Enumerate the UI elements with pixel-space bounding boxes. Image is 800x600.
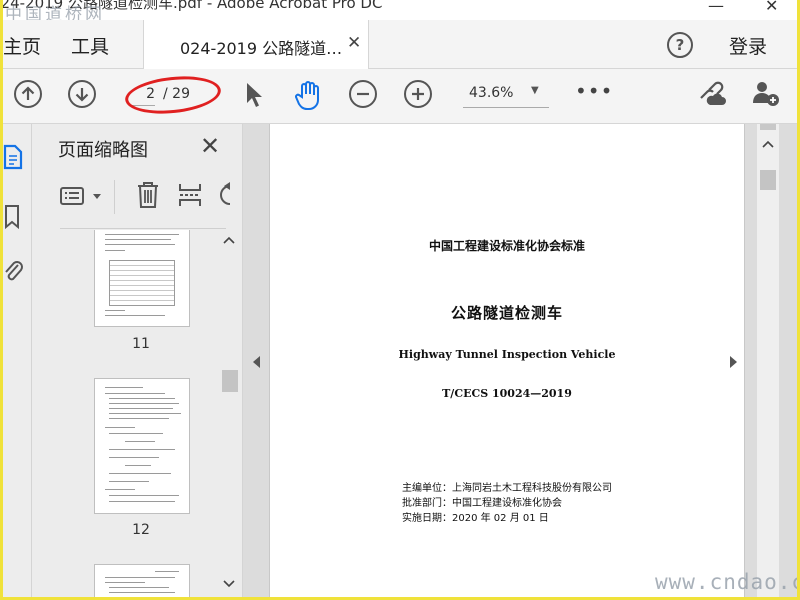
tab-document[interactable]: 024-2019 公路隧道… ✕ xyxy=(143,20,369,69)
text-line xyxy=(105,489,135,490)
tab-tools[interactable]: 工具 xyxy=(71,32,109,59)
minimize-button[interactable]: — xyxy=(708,0,724,15)
text-line xyxy=(109,413,181,414)
zoom-out-icon[interactable] xyxy=(349,80,377,108)
table-preview xyxy=(109,260,175,306)
divider xyxy=(114,180,115,214)
text-line xyxy=(109,481,149,482)
chevron-up-icon[interactable] xyxy=(223,236,235,244)
select-arrow-icon[interactable] xyxy=(243,81,265,109)
share-link-icon[interactable] xyxy=(696,81,728,109)
zoom-in-icon[interactable] xyxy=(404,80,432,108)
thumbnail-scrollbar[interactable] xyxy=(220,230,238,597)
more-options-icon[interactable]: ••• xyxy=(575,79,613,103)
text-line xyxy=(109,587,169,588)
text-line xyxy=(109,501,175,502)
help-icon[interactable]: ? xyxy=(667,32,693,58)
chevron-down-icon: ▼ xyxy=(531,85,539,96)
meta-line: 批准部门：中国工程建设标准化协会 xyxy=(402,498,562,509)
meta-line: 主编单位：上海同岩土木工程科技股份有限公司 xyxy=(402,483,612,494)
document-title: 公路隧道检测车 xyxy=(450,304,563,322)
text-line xyxy=(109,495,179,496)
text-line xyxy=(105,315,165,316)
text-line xyxy=(109,418,169,419)
attachment-icon[interactable] xyxy=(3,258,25,286)
text-line xyxy=(155,571,179,572)
text-line xyxy=(105,387,143,388)
text-line xyxy=(105,577,175,578)
rotate-icon[interactable] xyxy=(218,182,232,208)
standard-org: 中国工程建设标准化协会标准 xyxy=(428,239,585,253)
text-line xyxy=(125,465,151,466)
document-title-en: Highway Tunnel Inspection Vehicle xyxy=(398,348,616,361)
text-line xyxy=(105,427,135,428)
text-line xyxy=(105,393,165,394)
chevron-down-icon[interactable] xyxy=(223,580,235,588)
add-user-icon[interactable] xyxy=(751,79,783,109)
title-bar: 024-2019 公路隧道检测车.pdf - Adobe Acrobat Pro… xyxy=(3,0,797,25)
tab-document-label: 024-2019 公路隧道… xyxy=(180,39,343,58)
document-view: 中国工程建设标准化协会标准 公路隧道检测车 Highway Tunnel Ins… xyxy=(243,124,797,597)
meta-line: 实施日期：2020 年 02 月 01 日 xyxy=(402,513,549,524)
tab-bar: 主页 工具 024-2019 公路隧道… ✕ ? 登录 xyxy=(3,20,797,69)
thumbnail-list: 11 12 xyxy=(32,230,220,597)
scroll-thumb[interactable] xyxy=(760,170,776,190)
text-line xyxy=(105,234,179,235)
text-line xyxy=(109,433,163,434)
app-window: 024-2019 公路隧道检测车.pdf - Adobe Acrobat Pro… xyxy=(3,0,797,597)
toolbar: 2 / 29 43.6% ▼ ••• xyxy=(3,69,797,124)
thumbnail-panel: 页面缩略图 ✕ 11 12 xyxy=(32,124,243,597)
panel-toolbar xyxy=(32,172,242,218)
previous-page-icon[interactable] xyxy=(14,80,42,108)
page-thumbnail[interactable] xyxy=(94,378,190,514)
thumbnail-label: 12 xyxy=(132,522,150,538)
zoom-dropdown[interactable]: 43.6% ▼ xyxy=(463,81,549,108)
document-scrollbar[interactable] xyxy=(757,124,779,597)
text-line xyxy=(109,473,171,474)
scroll-thumb[interactable] xyxy=(222,370,238,392)
text-line xyxy=(125,441,155,442)
text-line xyxy=(105,239,171,240)
pdf-page: 中国工程建设标准化协会标准 公路隧道检测车 Highway Tunnel Ins… xyxy=(269,124,745,597)
close-window-button[interactable]: ✕ xyxy=(765,0,778,15)
red-highlight-circle xyxy=(123,72,223,118)
left-nav-rail xyxy=(3,124,32,597)
text-line xyxy=(109,592,175,593)
trash-icon[interactable] xyxy=(136,181,160,209)
zoom-value: 43.6% xyxy=(469,85,514,101)
chevron-up-icon[interactable] xyxy=(762,140,774,148)
options-menu-icon[interactable] xyxy=(60,186,84,206)
tab-close-icon[interactable]: ✕ xyxy=(347,33,361,53)
tab-home[interactable]: 主页 xyxy=(3,32,41,59)
panel-title: 页面缩略图 xyxy=(58,140,148,161)
watermark-url: www.cndao.com xyxy=(655,570,797,594)
collapse-left-icon[interactable] xyxy=(253,356,260,368)
collapse-right-icon[interactable] xyxy=(730,356,737,368)
text-line xyxy=(105,244,175,245)
chevron-down-icon[interactable] xyxy=(92,193,102,201)
divider xyxy=(60,228,226,229)
page-thumbnail[interactable] xyxy=(94,230,190,327)
close-panel-icon[interactable]: ✕ xyxy=(200,132,220,160)
text-line xyxy=(109,403,179,404)
hand-tool-icon[interactable] xyxy=(293,79,323,111)
bookmark-icon[interactable] xyxy=(3,204,23,230)
text-line xyxy=(109,449,175,450)
insert-page-icon[interactable] xyxy=(178,182,202,208)
page-thumbnail[interactable] xyxy=(94,564,190,597)
next-page-icon[interactable] xyxy=(68,80,96,108)
scroll-edge xyxy=(760,124,776,130)
text-line xyxy=(109,398,175,399)
standard-code: T/CECS 10024—2019 xyxy=(442,387,572,400)
login-button[interactable]: 登录 xyxy=(729,32,767,59)
text-line xyxy=(109,457,159,458)
text-line xyxy=(109,408,173,409)
page-thumbnails-icon[interactable] xyxy=(3,144,23,170)
text-line xyxy=(105,250,125,251)
text-line xyxy=(105,310,125,311)
text-line xyxy=(105,582,145,583)
thumbnail-label: 11 xyxy=(132,336,150,352)
